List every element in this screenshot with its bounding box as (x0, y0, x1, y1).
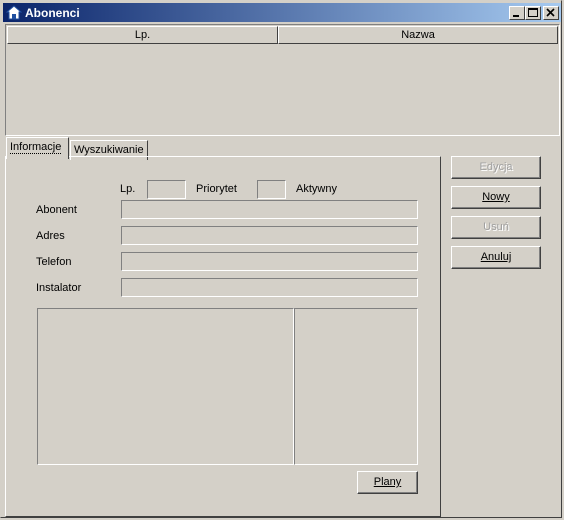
minimize-icon (513, 15, 519, 17)
telefon-field[interactable] (121, 252, 418, 271)
lp-field[interactable] (147, 180, 186, 199)
plany-label: Plany (373, 476, 402, 488)
edycja-label: Edycja (479, 161, 513, 173)
window: Abonenci Lp. Nazwa Informacje Wyszukiwan… (0, 0, 562, 518)
aktywny-label: Aktywny (296, 183, 337, 195)
column-label-lp: Lp. (134, 29, 151, 41)
abonent-label: Abonent (36, 204, 77, 216)
lp-label: Lp. (120, 183, 136, 195)
adres-field[interactable] (121, 226, 418, 245)
tab-label: Informacje (10, 141, 62, 154)
nowy-label: Nowy (482, 191, 510, 203)
usun-button[interactable]: Usuń (451, 216, 541, 239)
nowy-button[interactable]: Nowy (451, 186, 541, 209)
tab-label: Wyszukiwanie (74, 144, 144, 156)
abonenci-list[interactable]: Lp. Nazwa (5, 24, 560, 136)
instalator-label: Instalator (36, 282, 82, 294)
minimize-button[interactable] (509, 6, 525, 20)
close-button[interactable] (543, 6, 559, 20)
usun-label: Usuń (483, 221, 509, 233)
column-label-nazwa: Nazwa (401, 29, 435, 41)
column-header-lp[interactable]: Lp. (7, 26, 278, 44)
home-icon (6, 5, 22, 20)
plany-button[interactable]: Plany (357, 471, 418, 494)
priorytet-label: Priorytet (196, 183, 237, 195)
window-title: Abonenci (25, 6, 80, 20)
maximize-button[interactable] (525, 6, 541, 20)
maximize-icon (528, 8, 538, 17)
edycja-button[interactable]: Edycja (451, 156, 541, 179)
anuluj-button[interactable]: Anuluj (451, 246, 541, 269)
column-header-nazwa[interactable]: Nazwa (278, 26, 558, 44)
anuluj-label: Anuluj (480, 251, 512, 263)
adres-label: Adres (36, 230, 65, 242)
priorytet-field[interactable] (257, 180, 286, 199)
close-icon (546, 8, 555, 17)
instalator-field[interactable] (121, 278, 418, 297)
title-bar: Abonenci (3, 3, 561, 22)
notes-area-left[interactable] (37, 308, 294, 465)
abonent-field[interactable] (121, 200, 418, 219)
tab-informacje[interactable]: Informacje (6, 137, 69, 159)
notes-area-right[interactable] (294, 308, 418, 465)
telefon-label: Telefon (36, 256, 72, 268)
